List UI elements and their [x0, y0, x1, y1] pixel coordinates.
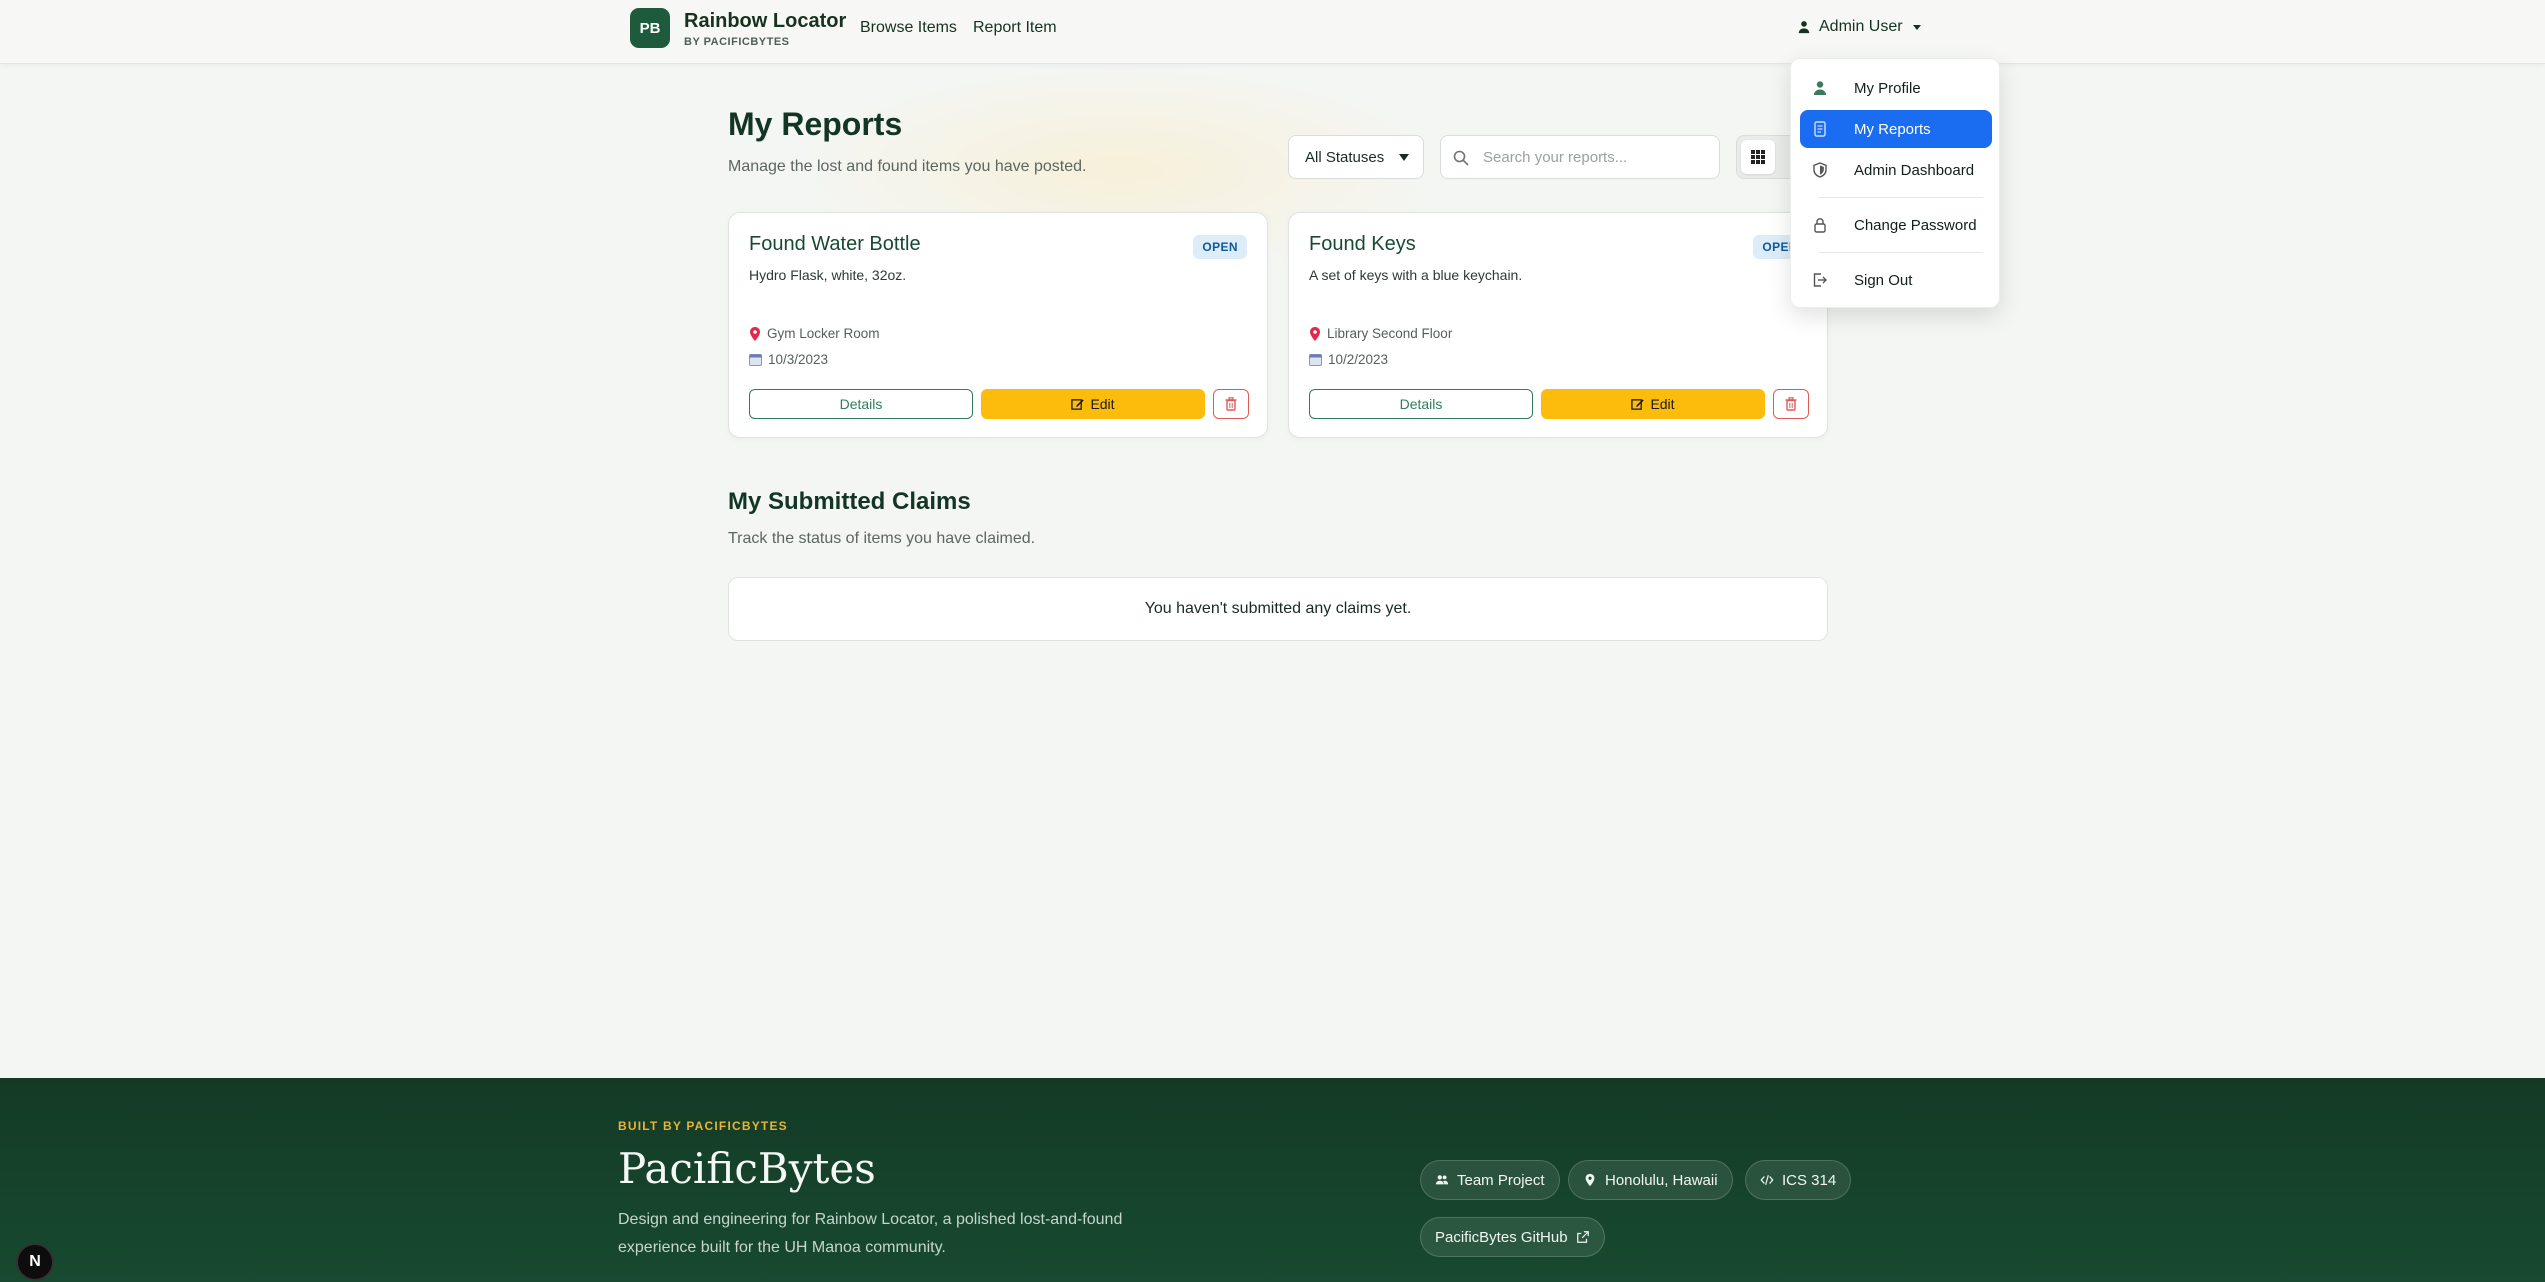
menu-item-label: My Profile [1854, 80, 1921, 97]
report-card: Found Water Bottle OPEN Hydro Flask, whi… [728, 212, 1268, 438]
status-badge: OPEN [1193, 235, 1247, 259]
trash-icon [1785, 397, 1797, 411]
details-button[interactable]: Details [1309, 389, 1533, 419]
page-title: My Reports [728, 106, 903, 142]
location-pin-icon [750, 326, 760, 341]
nav-browse-items[interactable]: Browse Items [860, 19, 957, 37]
search-box[interactable] [1440, 135, 1720, 179]
menu-item-sign-out[interactable]: Sign Out [1800, 261, 1992, 299]
report-description: A set of keys with a blue keychain. [1309, 267, 1523, 283]
report-location: Gym Locker Room [749, 326, 880, 341]
user-menu-toggle[interactable]: Admin User [1797, 18, 1921, 36]
report-location: Library Second Floor [1309, 326, 1452, 341]
lock-icon [1814, 218, 1826, 233]
report-card: Found Keys OPEN A set of keys with a blu… [1288, 212, 1828, 438]
menu-item-my-profile[interactable]: My Profile [1800, 69, 1992, 107]
date-text: 10/3/2023 [768, 352, 829, 367]
report-date: 10/2/2023 [1309, 352, 1388, 367]
brand-logo[interactable]: PB [630, 8, 670, 48]
sign-out-icon [1813, 273, 1827, 287]
report-title: Found Water Bottle [749, 233, 921, 255]
location-text: Library Second Floor [1327, 326, 1453, 341]
code-icon [1760, 1175, 1774, 1185]
delete-button[interactable] [1213, 389, 1249, 419]
delete-button[interactable] [1773, 389, 1809, 419]
user-menu-label: Admin User [1819, 18, 1903, 35]
brand-subtitle: BY PACIFICBYTES [684, 36, 790, 48]
pill-label: PacificBytes GitHub [1435, 1228, 1568, 1246]
brand-title[interactable]: Rainbow Locator [684, 10, 846, 33]
pill-github-link[interactable]: PacificBytes GitHub [1420, 1217, 1605, 1257]
menu-item-label: My Reports [1854, 121, 1931, 138]
menu-item-label: Sign Out [1854, 272, 1913, 289]
footer-title: PacificBytes [618, 1144, 876, 1193]
footer-description: Design and engineering for Rainbow Locat… [618, 1211, 1123, 1256]
pill-location: Honolulu, Hawaii [1568, 1160, 1733, 1200]
status-filter-value: All Statuses [1305, 148, 1385, 166]
search-input[interactable] [1483, 148, 1703, 166]
footer-kicker: BUILT BY PACIFICBYTES [618, 1119, 788, 1133]
claims-title: My Submitted Claims [728, 488, 971, 515]
details-button[interactable]: Details [749, 389, 973, 419]
document-icon [1814, 121, 1826, 137]
menu-item-my-reports[interactable]: My Reports [1800, 110, 1992, 148]
trash-icon [1225, 397, 1237, 411]
user-icon [1798, 21, 1810, 34]
edit-label: Edit [1650, 396, 1675, 412]
menu-item-admin-dashboard[interactable]: Admin Dashboard [1800, 151, 1992, 189]
caret-down-icon [1912, 24, 1921, 30]
edit-label: Edit [1090, 396, 1115, 412]
pill-course: ICS 314 [1745, 1160, 1852, 1200]
menu-divider [1819, 252, 1983, 253]
edit-icon [1631, 398, 1645, 410]
pill-team-project: Team Project [1420, 1160, 1560, 1200]
caret-down-icon [1399, 154, 1409, 161]
person-icon [1814, 81, 1826, 95]
location-text: Gym Locker Room [767, 326, 880, 341]
edit-button[interactable]: Edit [981, 389, 1205, 419]
pill-label: ICS 314 [1782, 1171, 1837, 1189]
menu-divider [1819, 197, 1983, 198]
page-subtitle: Manage the lost and found items you have… [728, 158, 1087, 175]
calendar-icon [749, 354, 762, 366]
menu-item-label: Change Password [1854, 217, 1977, 234]
top-navbar: PB Rainbow Locator BY PACIFICBYTES Brows… [0, 0, 2545, 64]
calendar-icon [1309, 354, 1322, 366]
nav-report-item[interactable]: Report Item [973, 19, 1057, 37]
menu-item-change-password[interactable]: Change Password [1800, 206, 1992, 244]
view-toggle [1736, 135, 1796, 179]
people-icon [1435, 1175, 1449, 1185]
pill-label: Team Project [1457, 1171, 1545, 1189]
status-filter-select[interactable]: All Statuses [1288, 135, 1424, 179]
user-dropdown-menu: My Profile My Reports Admin Dashboard Ch… [1790, 58, 2000, 308]
external-link-icon [1576, 1231, 1589, 1243]
edit-button[interactable]: Edit [1541, 389, 1765, 419]
nextjs-dev-badge[interactable]: N [16, 1243, 54, 1281]
pill-label: Honolulu, Hawaii [1605, 1171, 1718, 1189]
claims-empty-state: You haven't submitted any claims yet. [728, 577, 1828, 641]
footer: BUILT BY PACIFICBYTES PacificBytes Desig… [0, 1078, 2545, 1282]
claims-subtitle: Track the status of items you have claim… [728, 530, 1036, 547]
edit-icon [1071, 398, 1085, 410]
report-date: 10/3/2023 [749, 352, 828, 367]
grid-icon [1751, 150, 1765, 164]
location-pin-icon [1585, 1173, 1595, 1187]
report-title: Found Keys [1309, 233, 1416, 255]
location-pin-icon [1310, 326, 1320, 341]
report-description: Hydro Flask, white, 32oz. [749, 267, 907, 283]
menu-item-label: Admin Dashboard [1854, 162, 1975, 179]
search-icon [1453, 150, 1469, 166]
date-text: 10/2/2023 [1328, 352, 1389, 367]
grid-view-button[interactable] [1741, 140, 1775, 174]
shield-icon [1813, 162, 1827, 178]
